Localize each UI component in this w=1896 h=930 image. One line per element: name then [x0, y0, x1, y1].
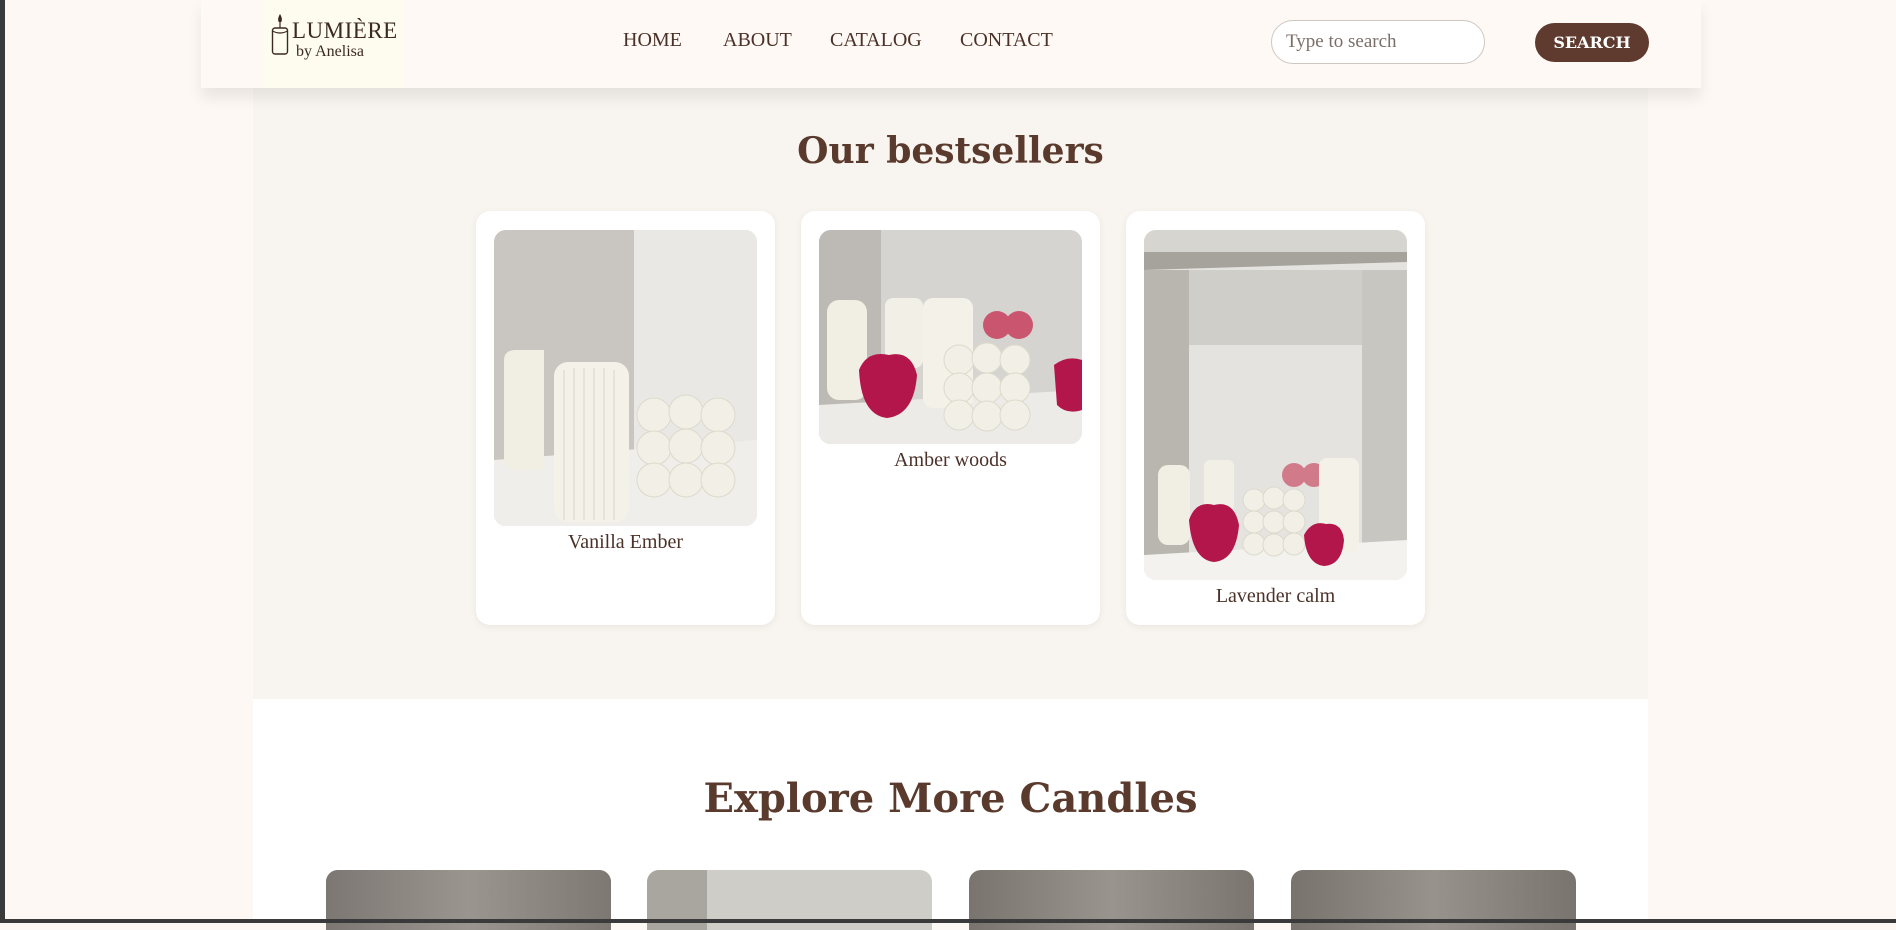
product-card[interactable]: Amber woods: [801, 211, 1100, 625]
explore-title: Explore More Candles: [703, 775, 1198, 822]
bestsellers-section: Our bestsellers Vanilla Ember Amber wood…: [253, 88, 1648, 699]
search-input[interactable]: [1271, 20, 1485, 64]
product-name[interactable]: Lavender calm: [1126, 585, 1425, 608]
product-image[interactable]: [819, 230, 1082, 444]
window-edge-bottom: [0, 919, 1896, 923]
nav-contact[interactable]: CONTACT: [960, 29, 1053, 52]
product-card[interactable]: Lavender calm: [1126, 211, 1425, 625]
product-image[interactable]: [494, 230, 757, 526]
product-name[interactable]: Vanilla Ember: [476, 531, 775, 554]
bestsellers-title: Our bestsellers: [797, 130, 1104, 172]
site-header: LUMIÈRE by Anelisa HOME ABOUT CATALOG CO…: [201, 0, 1701, 88]
explore-section: Explore More Candles: [253, 699, 1648, 930]
nav-catalog[interactable]: CATALOG: [830, 29, 922, 52]
product-name[interactable]: Amber woods: [801, 449, 1100, 472]
search-button[interactable]: SEARCH: [1535, 23, 1649, 62]
product-image[interactable]: [1144, 230, 1407, 580]
nav-home[interactable]: HOME: [623, 29, 682, 52]
product-card[interactable]: Vanilla Ember: [476, 211, 775, 625]
window-edge-left: [0, 0, 5, 923]
nav-about[interactable]: ABOUT: [723, 29, 792, 52]
